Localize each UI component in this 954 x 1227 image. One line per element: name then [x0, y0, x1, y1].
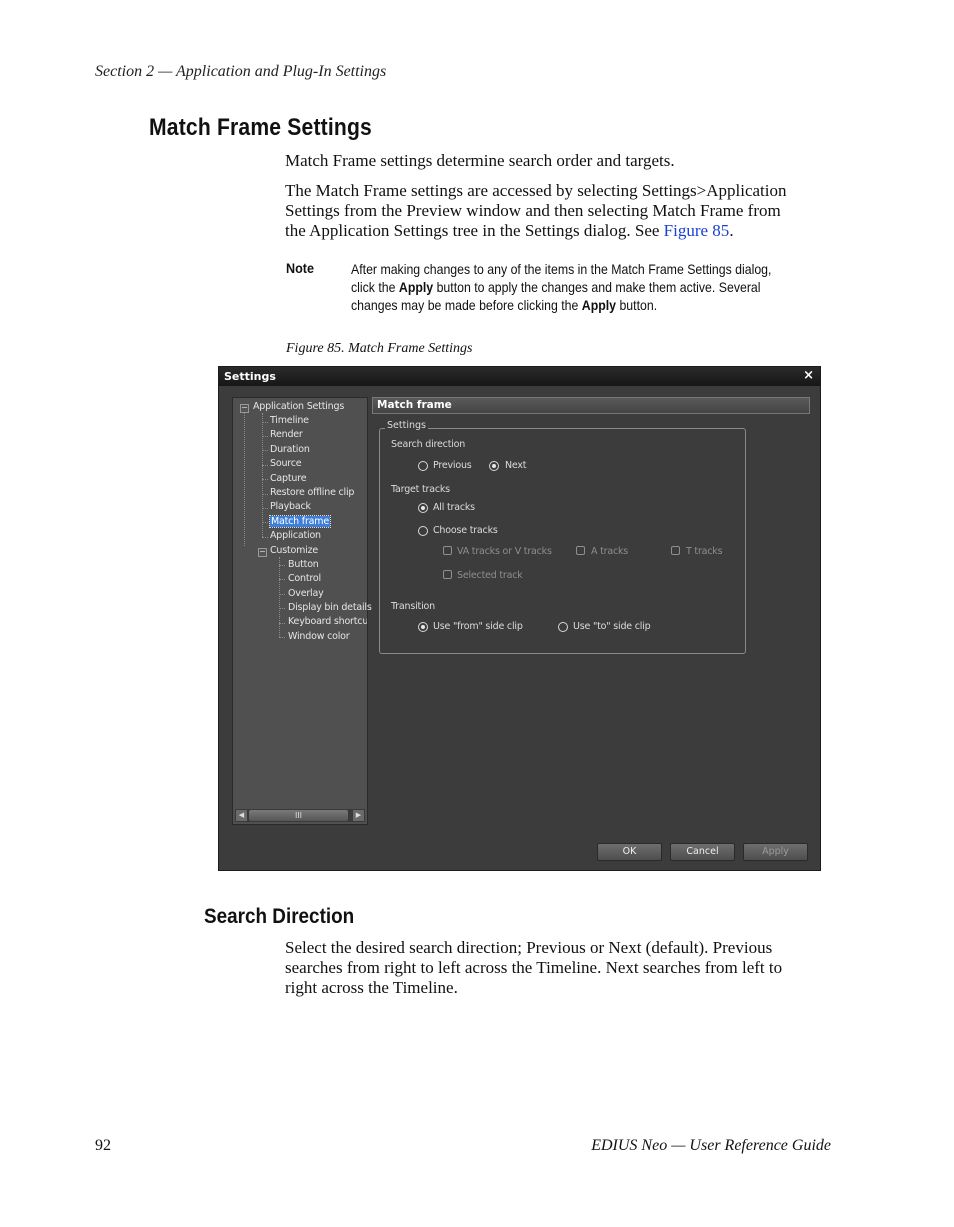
va-tracks-checkbox[interactable]	[443, 546, 452, 555]
tree-horizontal-scrollbar[interactable]: ◀ III ▶	[235, 809, 365, 822]
tree-item-display-bin-details[interactable]: Display bin details	[288, 602, 372, 613]
search-direction-label: Search direction	[391, 439, 466, 450]
scroll-left-icon[interactable]: ◀	[236, 810, 247, 821]
access-paragraph: The Match Frame settings are accessed by…	[285, 181, 830, 241]
page-number: 92	[95, 1137, 111, 1154]
tree-item-customize[interactable]: Customize	[270, 545, 318, 556]
tree-item-window-color[interactable]: Window color	[288, 631, 350, 642]
tree-connector	[279, 623, 285, 624]
access-line-3-text: the Application Settings tree in the Set…	[285, 221, 664, 240]
previous-label[interactable]: Previous	[433, 460, 472, 471]
tree-item-control[interactable]: Control	[288, 573, 321, 584]
search-direction-paragraph: Select the desired search direction; Pre…	[285, 938, 830, 998]
access-line-3-end: .	[729, 221, 734, 240]
scroll-thumb[interactable]: III	[249, 810, 348, 821]
tree-item-keyboard-shortcut[interactable]: Keyboard shortcut	[288, 616, 367, 627]
tree-connector	[262, 413, 263, 537]
from-side-clip-label[interactable]: Use "from" side clip	[433, 621, 523, 632]
tree-item-overlay[interactable]: Overlay	[288, 588, 324, 599]
tree-item-button[interactable]: Button	[288, 559, 319, 570]
tree-item-application[interactable]: Application	[270, 530, 321, 541]
transition-label: Transition	[391, 601, 435, 612]
note-apply-2: Apply	[581, 297, 617, 313]
previous-radio[interactable]	[418, 461, 428, 471]
next-radio[interactable]	[489, 461, 499, 471]
figure-85-link[interactable]: Figure 85	[664, 221, 730, 240]
access-line-2: Settings from the Preview window and the…	[285, 201, 781, 220]
ok-button[interactable]: OK	[597, 843, 662, 861]
choose-tracks-label[interactable]: Choose tracks	[433, 525, 498, 536]
tree-item-match-frame[interactable]: Match frame	[269, 515, 331, 528]
va-tracks-label[interactable]: VA tracks or V tracks	[457, 546, 552, 557]
tree-connector	[279, 637, 285, 638]
choose-tracks-radio[interactable]	[418, 526, 428, 536]
access-line-1: The Match Frame settings are accessed by…	[285, 181, 787, 200]
tree-item-restore-offline-clip[interactable]: Restore offline clip	[270, 487, 354, 498]
cancel-button[interactable]: Cancel	[670, 843, 735, 861]
collapse-icon[interactable]: −	[240, 404, 249, 413]
a-tracks-label[interactable]: A tracks	[591, 546, 628, 557]
tree-item-duration[interactable]: Duration	[270, 444, 310, 455]
close-icon[interactable]: ×	[803, 368, 814, 383]
running-header: Section 2 — Application and Plug-In Sett…	[95, 63, 387, 80]
to-side-clip-label[interactable]: Use "to" side clip	[573, 621, 651, 632]
access-line-3: the Application Settings tree in the Set…	[285, 221, 830, 241]
tree-item-capture[interactable]: Capture	[270, 473, 307, 484]
from-side-clip-radio[interactable]	[418, 622, 428, 632]
panel-title: Match frame	[377, 399, 452, 411]
tree-connector	[262, 537, 268, 538]
note-apply-1: Apply	[398, 279, 434, 295]
tree-connector	[279, 557, 280, 637]
tree-connector	[279, 565, 285, 566]
subsection-heading: Search Direction	[204, 905, 355, 928]
note-text: After making changes to any of the items…	[351, 260, 809, 314]
settings-group-title: Settings	[385, 420, 428, 431]
apply-button[interactable]: Apply	[743, 843, 808, 861]
note-line-1: After making changes to any of the items…	[351, 261, 772, 277]
tree-connector	[279, 608, 285, 609]
t-tracks-checkbox[interactable]	[671, 546, 680, 555]
figure-caption: Figure 85. Match Frame Settings	[286, 341, 473, 356]
tree-item-application-settings[interactable]: Application Settings	[253, 401, 344, 412]
to-side-clip-radio[interactable]	[558, 622, 568, 632]
search-line-2: searches from right to left across the T…	[285, 958, 783, 977]
selected-track-checkbox[interactable]	[443, 570, 452, 579]
note-line-3-b: button.	[616, 297, 658, 313]
note-label: Note	[286, 260, 315, 276]
search-line-1: Select the desired search direction; Pre…	[285, 938, 773, 957]
settings-tree: − Application Settings Timeline Render D…	[232, 397, 372, 825]
note-line-2-b: button to apply the changes and make the…	[433, 279, 761, 295]
tree-item-source[interactable]: Source	[270, 458, 302, 469]
search-line-3: right across the Timeline.	[285, 978, 458, 997]
note-line-2-a: click the	[351, 279, 399, 295]
note-line-3: changes may be made before clicking the …	[351, 296, 809, 314]
panel-header: Match frame	[372, 397, 810, 414]
note-line-2: click the Apply button to apply the chan…	[351, 278, 809, 296]
collapse-icon[interactable]: −	[258, 548, 267, 557]
tree-connector	[279, 594, 285, 595]
a-tracks-checkbox[interactable]	[576, 546, 585, 555]
tree-connector	[279, 579, 285, 580]
all-tracks-label[interactable]: All tracks	[433, 502, 475, 513]
intro-paragraph: Match Frame settings determine search or…	[285, 151, 675, 170]
target-tracks-label: Target tracks	[391, 484, 450, 495]
section-heading: Match Frame Settings	[149, 114, 372, 141]
settings-dialog: Settings × − Application Settings Timeli…	[218, 366, 821, 871]
dialog-title: Settings	[224, 370, 276, 383]
note-line-3-a: changes may be made before clicking the	[351, 297, 582, 313]
tree-item-render[interactable]: Render	[270, 429, 303, 440]
next-label[interactable]: Next	[505, 460, 527, 471]
footer-guide-title: EDIUS Neo — User Reference Guide	[591, 1137, 831, 1154]
dialog-title-bar: Settings ×	[219, 367, 820, 386]
scroll-right-icon[interactable]: ▶	[353, 810, 364, 821]
tree-connector	[244, 413, 245, 546]
t-tracks-label[interactable]: T tracks	[686, 546, 723, 557]
selected-track-label[interactable]: Selected track	[457, 570, 523, 581]
tree-item-playback[interactable]: Playback	[270, 501, 311, 512]
tree-item-timeline[interactable]: Timeline	[270, 415, 309, 426]
all-tracks-radio[interactable]	[418, 503, 428, 513]
